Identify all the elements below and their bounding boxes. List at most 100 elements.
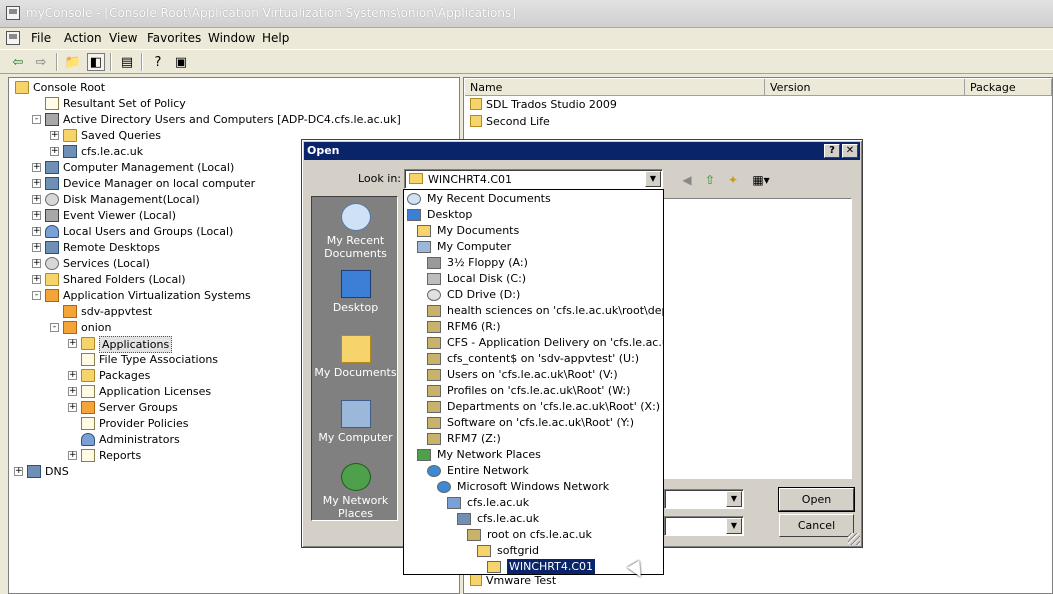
tree-node-label: onion: [81, 321, 112, 334]
menu-app-icon[interactable]: [6, 31, 20, 45]
disk-icon: [45, 193, 59, 206]
places-bar: My Recent Documents Desktop My Documents…: [311, 196, 398, 521]
tree-node[interactable]: Resultant Set of Policy: [9, 96, 449, 111]
dropdown-item[interactable]: My Network Places: [417, 447, 662, 463]
help-icon[interactable]: ?: [149, 53, 167, 71]
dropdown-item[interactable]: root on cfs.le.ac.uk: [467, 527, 662, 543]
place-my-computer[interactable]: My Computer: [312, 400, 399, 444]
list-item[interactable]: Second Life: [470, 113, 550, 130]
up-folder-icon[interactable]: 📁: [64, 53, 82, 71]
window-title: myConsole - [Console Root\Application Vi…: [26, 6, 516, 20]
dropdown-item[interactable]: softgrid: [477, 543, 662, 559]
collapse-icon[interactable]: -: [32, 291, 41, 300]
window-title-bar[interactable]: myConsole - [Console Root\Application Vi…: [0, 0, 1053, 28]
menu-window[interactable]: Window: [208, 31, 255, 45]
place-my-network-places[interactable]: My Network Places: [312, 463, 399, 520]
dropdown-item[interactable]: My Recent Documents: [407, 191, 662, 207]
expand-icon[interactable]: +: [50, 131, 59, 140]
export-list-icon[interactable]: ▤: [118, 53, 136, 71]
dropdown-item[interactable]: cfs.le.ac.uk: [457, 511, 662, 527]
properties-icon[interactable]: ▣: [172, 53, 190, 71]
column-header-name[interactable]: Name: [465, 79, 765, 96]
dropdown-item[interactable]: Entire Network: [427, 463, 662, 479]
column-header-version[interactable]: Version: [765, 79, 965, 96]
dropdown-item[interactable]: RFM6 (R:): [427, 319, 662, 335]
look-in-dropdown-list[interactable]: My Recent Documents Desktop My Documents My…: [403, 189, 664, 575]
expand-icon[interactable]: +: [68, 403, 77, 412]
dialog-help-button[interactable]: ?: [824, 144, 840, 158]
place-my-recent-documents[interactable]: My Recent Documents: [312, 203, 399, 260]
expand-icon[interactable]: +: [32, 227, 41, 236]
dropdown-item[interactable]: My Computer: [417, 239, 662, 255]
network-drive-icon: [427, 353, 441, 365]
dropdown-item[interactable]: cfs.le.ac.uk: [447, 495, 662, 511]
dropdown-item[interactable]: Departments on 'cfs.le.ac.uk\Root' (X:): [427, 399, 662, 415]
dialog-title-bar[interactable]: Open ? ✕: [304, 142, 860, 160]
tree-node[interactable]: Console Root: [9, 80, 449, 95]
files-of-type-combo[interactable]: ▼: [664, 516, 744, 536]
place-desktop[interactable]: Desktop: [312, 270, 399, 314]
dropdown-item[interactable]: RFM7 (Z:): [427, 431, 662, 447]
menu-view[interactable]: View: [109, 31, 137, 45]
globe-icon: [437, 481, 451, 493]
list-item[interactable]: SDL Trados Studio 2009: [470, 96, 617, 113]
expand-icon[interactable]: +: [32, 211, 41, 220]
view-menu-icon[interactable]: ▦▾: [749, 172, 773, 188]
column-header-package[interactable]: Package: [965, 79, 1052, 96]
forward-arrow-icon[interactable]: ⇨: [32, 53, 50, 71]
expand-icon[interactable]: +: [68, 371, 77, 380]
dialog-close-button[interactable]: ✕: [842, 144, 858, 158]
back-arrow-icon[interactable]: ⇦: [9, 53, 27, 71]
server-group-icon: [81, 401, 95, 414]
users-icon: [45, 225, 59, 238]
menu-help[interactable]: Help: [262, 31, 289, 45]
tree-node[interactable]: - Active Directory Users and Computers [A…: [9, 112, 449, 127]
menu-file[interactable]: File: [31, 31, 51, 45]
place-my-documents[interactable]: My Documents: [312, 335, 399, 379]
back-icon[interactable]: ◀: [679, 172, 695, 188]
dropdown-item[interactable]: Microsoft Windows Network: [437, 479, 662, 495]
dropdown-item[interactable]: Desktop: [407, 207, 662, 223]
tree-node-label: Computer Management (Local): [63, 161, 235, 174]
collapse-icon[interactable]: -: [32, 115, 41, 124]
expand-icon[interactable]: +: [32, 179, 41, 188]
menu-favorites[interactable]: Favorites: [147, 31, 201, 45]
open-button[interactable]: Open: [778, 487, 855, 512]
expand-icon[interactable]: +: [68, 339, 77, 348]
dropdown-item[interactable]: Profiles on 'cfs.le.ac.uk\Root' (W:): [427, 383, 662, 399]
show-hide-tree-icon[interactable]: ◧: [87, 53, 105, 71]
look-in-combo[interactable]: WINCHRT4.C01 ▼: [404, 169, 663, 189]
dropdown-item[interactable]: Users on 'cfs.le.ac.uk\Root' (V:): [427, 367, 662, 383]
expand-icon[interactable]: +: [32, 243, 41, 252]
menu-action[interactable]: Action: [64, 31, 102, 45]
dropdown-item[interactable]: health sciences on 'cfs.le.ac.uk\root\de…: [427, 303, 663, 319]
chevron-down-icon[interactable]: ▼: [726, 491, 742, 507]
dropdown-item-label: Profiles on 'cfs.le.ac.uk\Root' (W:): [447, 384, 631, 397]
collapse-icon[interactable]: -: [50, 323, 59, 332]
dropdown-item[interactable]: CFS - Application Delivery on 'cfs.le.ac…: [427, 335, 663, 351]
expand-icon[interactable]: +: [14, 467, 23, 476]
dropdown-item[interactable]: CD Drive (D:): [427, 287, 662, 303]
up-one-level-icon[interactable]: ⇧: [702, 172, 718, 188]
application-icon: [470, 98, 482, 110]
resize-grip[interactable]: [848, 533, 860, 545]
dropdown-item[interactable]: 3½ Floppy (A:): [427, 255, 662, 271]
expand-icon[interactable]: +: [32, 259, 41, 268]
chevron-down-icon[interactable]: ▼: [645, 171, 661, 187]
expand-icon[interactable]: +: [68, 451, 77, 460]
expand-icon[interactable]: +: [68, 387, 77, 396]
expand-icon[interactable]: +: [32, 195, 41, 204]
cancel-button[interactable]: Cancel: [779, 514, 854, 537]
file-name-combo[interactable]: ▼: [664, 489, 744, 509]
dropdown-item[interactable]: My Documents: [417, 223, 662, 239]
tree-node-label: Provider Policies: [99, 417, 189, 430]
dropdown-item-label: RFM7 (Z:): [447, 432, 501, 445]
chevron-down-icon[interactable]: ▼: [726, 518, 742, 534]
expand-icon[interactable]: +: [50, 147, 59, 156]
expand-icon[interactable]: +: [32, 163, 41, 172]
dropdown-item[interactable]: Software on 'cfs.le.ac.uk\Root' (Y:): [427, 415, 662, 431]
dropdown-item[interactable]: cfs_content$ on 'sdv-appvtest' (U:): [427, 351, 662, 367]
new-folder-icon[interactable]: ✦: [725, 172, 741, 188]
dropdown-item[interactable]: Local Disk (C:): [427, 271, 662, 287]
expand-icon[interactable]: +: [32, 275, 41, 284]
